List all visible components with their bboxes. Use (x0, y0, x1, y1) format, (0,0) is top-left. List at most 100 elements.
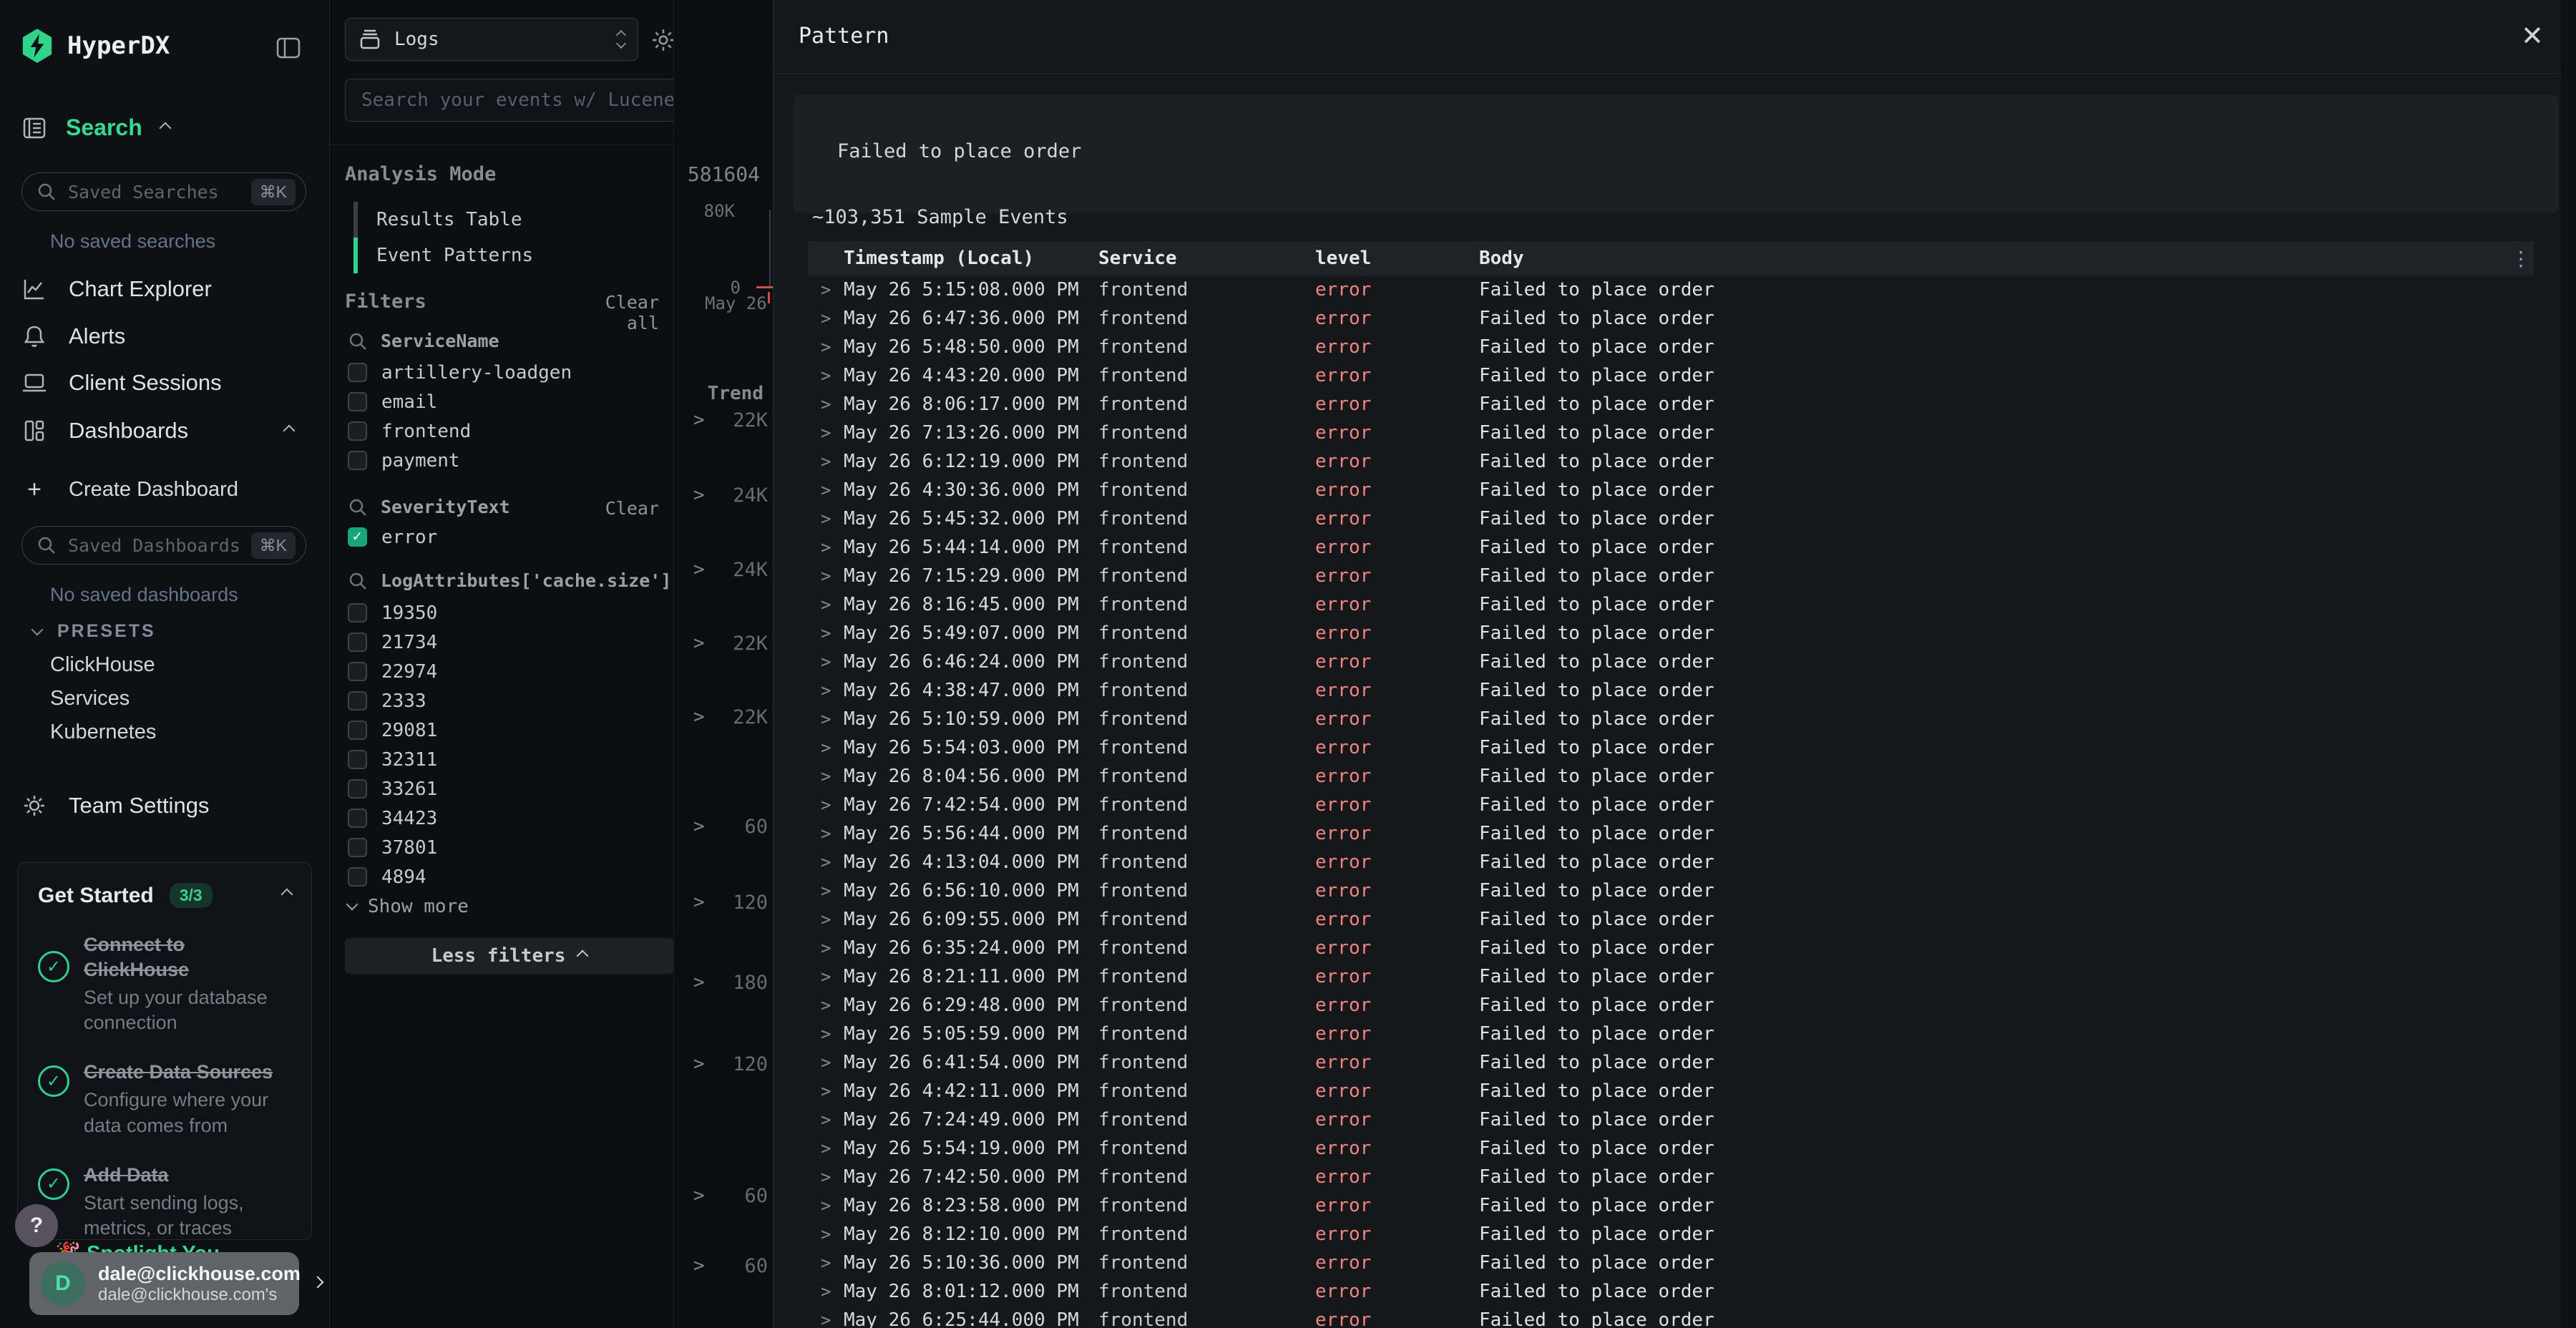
filter-option[interactable]: payment (348, 446, 663, 475)
table-row[interactable]: >May 26 4:30:36.000 PMfrontenderrorFaile… (808, 476, 2534, 504)
sidebar-item-search[interactable]: Search (21, 114, 184, 141)
close-icon[interactable]: ✕ (2521, 20, 2544, 52)
table-row[interactable]: >May 26 5:54:19.000 PMfrontenderrorFaile… (808, 1134, 2534, 1163)
row-chevron-icon[interactable]: > (808, 537, 844, 557)
pattern-row[interactable]: >22K (674, 703, 774, 732)
table-row[interactable]: >May 26 7:13:26.000 PMfrontenderrorFaile… (808, 419, 2534, 447)
mode-event-patterns[interactable]: Event Patterns (353, 238, 533, 273)
row-chevron-icon[interactable]: > (808, 1110, 844, 1130)
row-chevron-icon[interactable]: > (808, 1224, 844, 1244)
table-row[interactable]: >May 26 5:10:36.000 PMfrontenderrorFaile… (808, 1249, 2534, 1277)
help-button[interactable]: ? (15, 1204, 58, 1247)
filter-option[interactable]: 22974 (348, 657, 663, 686)
filter-search-icon[interactable] (348, 571, 368, 591)
row-chevron-icon[interactable]: > (808, 1196, 844, 1216)
table-row[interactable]: >May 26 4:43:20.000 PMfrontenderrorFaile… (808, 361, 2534, 390)
row-chevron-icon[interactable]: > (808, 394, 844, 414)
saved-dashboards-input[interactable]: ⌘K (21, 526, 306, 565)
row-chevron-icon[interactable]: > (808, 909, 844, 929)
table-row[interactable]: >May 26 5:44:14.000 PMfrontenderrorFaile… (808, 533, 2534, 562)
collapse-sidebar-icon[interactable] (276, 37, 301, 59)
row-chevron-icon[interactable]: > (808, 1310, 844, 1328)
row-chevron-icon[interactable]: > (808, 366, 844, 386)
row-chevron-icon[interactable]: > (808, 480, 844, 500)
preset-kubernetes[interactable]: Kubernetes (50, 721, 156, 744)
pattern-row[interactable]: >180 (674, 969, 774, 997)
row-chevron-icon[interactable]: > (808, 1281, 844, 1302)
table-row[interactable]: >May 26 8:01:12.000 PMfrontenderrorFaile… (808, 1277, 2534, 1306)
table-row[interactable]: >May 26 4:42:11.000 PMfrontenderrorFaile… (808, 1077, 2534, 1105)
table-row[interactable]: >May 26 8:23:58.000 PMfrontenderrorFaile… (808, 1191, 2534, 1220)
table-row[interactable]: >May 26 7:42:54.000 PMfrontenderrorFaile… (808, 791, 2534, 819)
pattern-row[interactable]: >120 (674, 889, 774, 917)
pattern-row[interactable]: >24K (674, 482, 774, 510)
table-row[interactable]: >May 26 7:15:29.000 PMfrontenderrorFaile… (808, 562, 2534, 590)
row-chevron-icon[interactable]: > (808, 738, 844, 758)
row-chevron-icon[interactable]: > (808, 680, 844, 700)
pattern-row[interactable]: >120 (674, 1050, 774, 1079)
filter-search-icon[interactable] (348, 331, 368, 351)
table-row[interactable]: >May 26 5:05:59.000 PMfrontenderrorFaile… (808, 1020, 2534, 1048)
checkbox[interactable] (348, 363, 367, 382)
table-row[interactable]: >May 26 5:48:50.000 PMfrontenderrorFaile… (808, 333, 2534, 361)
sidebar-item-client-sessions[interactable]: Client Sessions (21, 370, 308, 396)
table-options-kebab-icon[interactable]: ⋮ (2511, 247, 2531, 270)
row-chevron-icon[interactable]: > (808, 995, 844, 1015)
preset-clickhouse[interactable]: ClickHouse (50, 653, 155, 677)
row-chevron-icon[interactable]: > (808, 1253, 844, 1273)
row-chevron-icon[interactable]: > (808, 1167, 844, 1187)
row-chevron-icon[interactable]: > (808, 566, 844, 586)
row-chevron-icon[interactable]: > (808, 1138, 844, 1158)
table-row[interactable]: >May 26 8:12:10.000 PMfrontenderrorFaile… (808, 1220, 2534, 1249)
table-row[interactable]: >May 26 6:35:24.000 PMfrontenderrorFaile… (808, 934, 2534, 962)
table-row[interactable]: >May 26 6:47:36.000 PMfrontenderrorFaile… (808, 304, 2534, 333)
preset-services[interactable]: Services (50, 687, 130, 711)
column-header-service[interactable]: Service (1098, 248, 1315, 269)
row-chevron-icon[interactable]: > (808, 881, 844, 901)
table-row[interactable]: >May 26 7:42:50.000 PMfrontenderrorFaile… (808, 1163, 2534, 1191)
table-row[interactable]: >May 26 6:41:54.000 PMfrontenderrorFaile… (808, 1048, 2534, 1077)
table-row[interactable]: >May 26 5:49:07.000 PMfrontenderrorFaile… (808, 619, 2534, 648)
row-chevron-icon[interactable]: > (808, 652, 844, 672)
checkbox[interactable] (348, 691, 367, 711)
table-row[interactable]: >May 26 5:45:32.000 PMfrontenderrorFaile… (808, 504, 2534, 533)
sidebar-item-team-settings[interactable]: Team Settings (21, 793, 308, 819)
row-chevron-icon[interactable]: > (808, 1053, 844, 1073)
filter-option[interactable]: artillery-loadgen (348, 358, 663, 387)
checkbox[interactable] (348, 867, 367, 887)
pattern-row[interactable]: >24K (674, 556, 774, 585)
row-chevron-icon[interactable]: > (808, 795, 844, 815)
checkbox[interactable] (348, 662, 367, 681)
mode-results-table[interactable]: Results Table (353, 202, 522, 238)
filter-option[interactable]: 19350 (348, 598, 663, 628)
checkbox[interactable] (348, 633, 367, 652)
row-chevron-icon[interactable]: > (808, 423, 844, 443)
checkbox[interactable] (348, 451, 367, 470)
filter-option[interactable]: 2333 (348, 686, 663, 716)
checkbox[interactable]: ✓ (348, 527, 367, 547)
clear-severity-link[interactable]: Clear (587, 498, 659, 519)
show-more-link[interactable]: Show more (348, 896, 469, 917)
table-row[interactable]: >May 26 5:54:03.000 PMfrontenderrorFaile… (808, 733, 2534, 762)
column-header-timestamp[interactable]: Timestamp (Local) (844, 248, 1098, 269)
filter-option[interactable]: 32311 (348, 745, 663, 774)
chevron-up-icon[interactable] (159, 122, 171, 134)
row-chevron-icon[interactable]: > (808, 1024, 844, 1044)
filter-option[interactable]: 37801 (348, 833, 663, 862)
saved-searches-field[interactable] (67, 181, 251, 203)
less-filters-button[interactable]: Less filters (345, 938, 673, 974)
table-row[interactable]: >May 26 8:04:56.000 PMfrontenderrorFaile… (808, 762, 2534, 791)
source-settings-gear-icon[interactable] (650, 27, 676, 53)
checkbox[interactable] (348, 603, 367, 622)
table-row[interactable]: >May 26 6:12:19.000 PMfrontenderrorFaile… (808, 447, 2534, 476)
row-chevron-icon[interactable]: > (808, 595, 844, 615)
table-row[interactable]: >May 26 8:06:17.000 PMfrontenderrorFaile… (808, 390, 2534, 419)
table-row[interactable]: >May 26 5:56:44.000 PMfrontenderrorFaile… (808, 819, 2534, 848)
filter-option[interactable]: 33261 (348, 774, 663, 804)
get-started-step[interactable]: ✓ Connect to ClickHouse Set up your data… (38, 932, 291, 1035)
clear-all-link[interactable]: Clear all (566, 292, 659, 333)
filter-option[interactable]: 34423 (348, 804, 663, 833)
chevron-up-icon[interactable] (283, 425, 296, 437)
column-header-body[interactable]: Body (1479, 248, 2508, 269)
row-chevron-icon[interactable]: > (808, 1081, 844, 1101)
